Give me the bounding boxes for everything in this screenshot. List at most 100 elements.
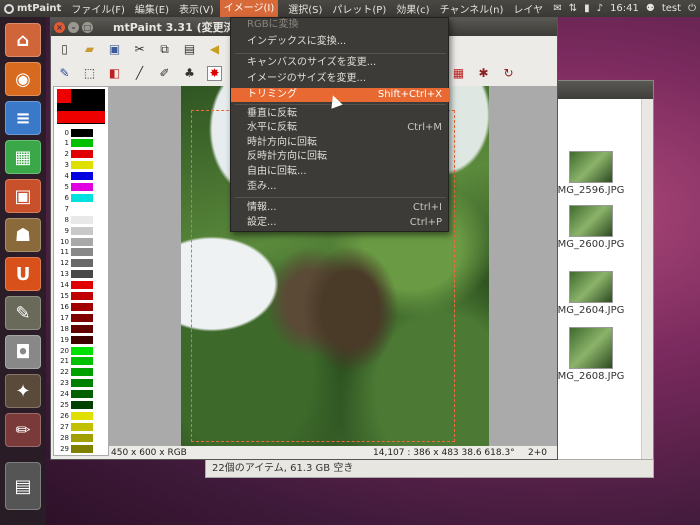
palette-row[interactable]: 10 — [58, 237, 108, 246]
file-item[interactable]: MG_2608.JPG — [551, 327, 631, 382]
palette-row[interactable]: 22 — [58, 368, 108, 377]
menu-view[interactable]: 表示(V) — [179, 1, 214, 16]
eraser-icon[interactable]: ◧ — [107, 66, 122, 81]
palette-swatch[interactable] — [71, 248, 93, 257]
palette-row[interactable]: 15 — [58, 292, 108, 301]
menu-effects[interactable]: 効果(c) — [396, 1, 429, 16]
brush-icon[interactable]: ✐ — [157, 66, 172, 81]
palette-swatch[interactable] — [71, 401, 93, 410]
mtpaint-icon[interactable]: ✏ — [5, 413, 41, 447]
save-icon[interactable]: ▣ — [107, 42, 122, 57]
calc-icon[interactable]: ▦ — [5, 140, 41, 174]
palette-swatch[interactable] — [71, 411, 93, 420]
palette-swatch[interactable] — [71, 292, 93, 301]
menu-item-info[interactable]: 情報... Ctrl+I — [231, 201, 450, 215]
menu-select[interactable]: 選択(S) — [288, 1, 322, 16]
palette-swatch[interactable] — [71, 215, 93, 224]
palette-swatch[interactable] — [71, 357, 93, 366]
network-icon[interactable]: ⇅ — [569, 3, 577, 14]
gimp-icon[interactable]: ✎ — [5, 296, 41, 330]
menu-item-rotate-ccw[interactable]: 反時計方向に回転 — [231, 150, 450, 164]
flood-fill-icon[interactable]: ✸ — [207, 65, 222, 81]
palette-swatch[interactable] — [71, 444, 93, 453]
palette-row[interactable]: 24 — [58, 390, 108, 399]
menu-item-flip-vertical[interactable]: 垂直に反転 — [231, 107, 450, 121]
color-preview[interactable] — [57, 89, 105, 124]
line-icon[interactable]: ╱ — [132, 66, 147, 81]
volume-icon[interactable]: ♪ — [597, 3, 603, 14]
palette-row[interactable]: 28 — [58, 433, 108, 442]
palette-swatch[interactable] — [71, 172, 93, 181]
transform-icon[interactable]: ✱ — [476, 66, 491, 81]
palette-swatch[interactable] — [71, 422, 93, 431]
palette-swatch[interactable] — [71, 128, 93, 137]
palette-row[interactable]: 1 — [58, 139, 108, 148]
home-folder-icon[interactable]: ⌂ — [5, 23, 41, 57]
software-center-icon[interactable]: ☗ — [5, 218, 41, 252]
clock[interactable]: 16:41 — [610, 3, 639, 14]
palette-swatch[interactable] — [71, 161, 93, 170]
palette-row[interactable]: 8 — [58, 215, 108, 224]
pattern-swatch[interactable] — [57, 111, 105, 123]
palette-swatch[interactable] — [71, 335, 93, 344]
menu-item-flip-horizontal[interactable]: 水平に反転 Ctrl+M — [231, 121, 450, 135]
file-window-scrollbar[interactable] — [641, 99, 653, 461]
menu-palette[interactable]: パレット(P) — [332, 1, 386, 16]
clone-icon[interactable]: ♣ — [182, 66, 197, 81]
grid-icon[interactable]: ▦ — [451, 66, 466, 81]
palette-row[interactable]: 14 — [58, 281, 108, 290]
palette-row[interactable]: 7 — [58, 204, 108, 213]
palette-swatch[interactable] — [71, 368, 93, 377]
palette-swatch[interactable] — [71, 193, 93, 202]
minimize-icon[interactable]: – — [68, 21, 79, 33]
writer-icon[interactable]: ≡ — [5, 101, 41, 135]
menu-item-convert-rgb[interactable]: RGBに変換 — [231, 18, 450, 32]
pencil-icon[interactable]: ✎ — [57, 66, 72, 81]
power-icon[interactable]: ⏻ — [688, 3, 696, 14]
palette-swatch[interactable] — [71, 183, 93, 192]
firefox-icon[interactable]: ◉ — [5, 62, 41, 96]
palette-row[interactable]: 18 — [58, 324, 108, 333]
palette-row[interactable]: 6 — [58, 193, 108, 202]
palette-swatch[interactable] — [71, 204, 93, 213]
palette-row[interactable]: 19 — [58, 335, 108, 344]
rotate-icon[interactable]: ↻ — [501, 66, 516, 81]
copy-icon[interactable]: ⧉ — [157, 42, 172, 57]
palette-row[interactable]: 4 — [58, 172, 108, 181]
menu-item-canvas-size[interactable]: キャンバスのサイズを変更... — [231, 56, 450, 70]
undo-icon[interactable]: ◀ — [207, 42, 222, 57]
select-icon[interactable]: ⬚ — [82, 66, 97, 81]
palette-swatch[interactable] — [71, 259, 93, 268]
palette-row[interactable]: 23 — [58, 379, 108, 388]
menu-layers[interactable]: レイヤ — [513, 1, 543, 16]
palette-swatch[interactable] — [71, 281, 93, 290]
ubuntu-one-icon[interactable]: U — [5, 257, 41, 291]
palette-row[interactable]: 3 — [58, 161, 108, 170]
palette-row[interactable]: 25 — [58, 401, 108, 410]
palette-row[interactable]: 2 — [58, 150, 108, 159]
palette-swatch[interactable] — [71, 390, 93, 399]
palette-row[interactable]: 26 — [58, 411, 108, 420]
menu-item-image-size[interactable]: イメージのサイズを変更... — [231, 72, 450, 86]
camera-icon[interactable]: ◘ — [5, 335, 41, 369]
palette-swatch[interactable] — [71, 379, 93, 388]
app-menu[interactable]: mtPaint — [4, 3, 61, 14]
palette-swatch[interactable] — [71, 346, 93, 355]
file-item[interactable]: MG_2600.JPG — [551, 205, 631, 250]
workspace-switcher-icon[interactable]: ▤ — [5, 462, 41, 510]
new-file-icon[interactable]: ▯ — [57, 42, 72, 57]
palette-swatch[interactable] — [71, 324, 93, 333]
file-item[interactable]: MG_2596.JPG — [551, 151, 631, 196]
palette-swatch[interactable] — [71, 139, 93, 148]
palette-swatch[interactable] — [71, 433, 93, 442]
palette-row[interactable]: 5 — [58, 183, 108, 192]
mail-icon[interactable]: ✉ — [553, 3, 561, 14]
palette-swatch[interactable] — [71, 237, 93, 246]
battery-icon[interactable]: ▮ — [584, 3, 590, 14]
menu-item-free-rotate[interactable]: 自由に回転... — [231, 165, 450, 179]
foreground-color-swatch[interactable] — [57, 89, 71, 103]
user-name[interactable]: test — [662, 3, 681, 14]
palette-row[interactable]: 12 — [58, 259, 108, 268]
palette-swatch[interactable] — [71, 313, 93, 322]
palette-row[interactable]: 17 — [58, 313, 108, 322]
